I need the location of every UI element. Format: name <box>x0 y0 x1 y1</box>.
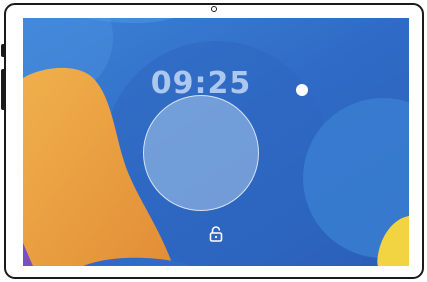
device-frame: 09:25 <box>0 0 427 282</box>
unlock-circle[interactable] <box>143 95 259 211</box>
lock-icon[interactable] <box>209 226 223 242</box>
front-camera-icon <box>211 6 217 12</box>
notification-dot-icon <box>296 84 308 96</box>
lock-screen[interactable]: 09:25 <box>23 18 409 266</box>
lock-clock: 09:25 <box>23 66 409 101</box>
